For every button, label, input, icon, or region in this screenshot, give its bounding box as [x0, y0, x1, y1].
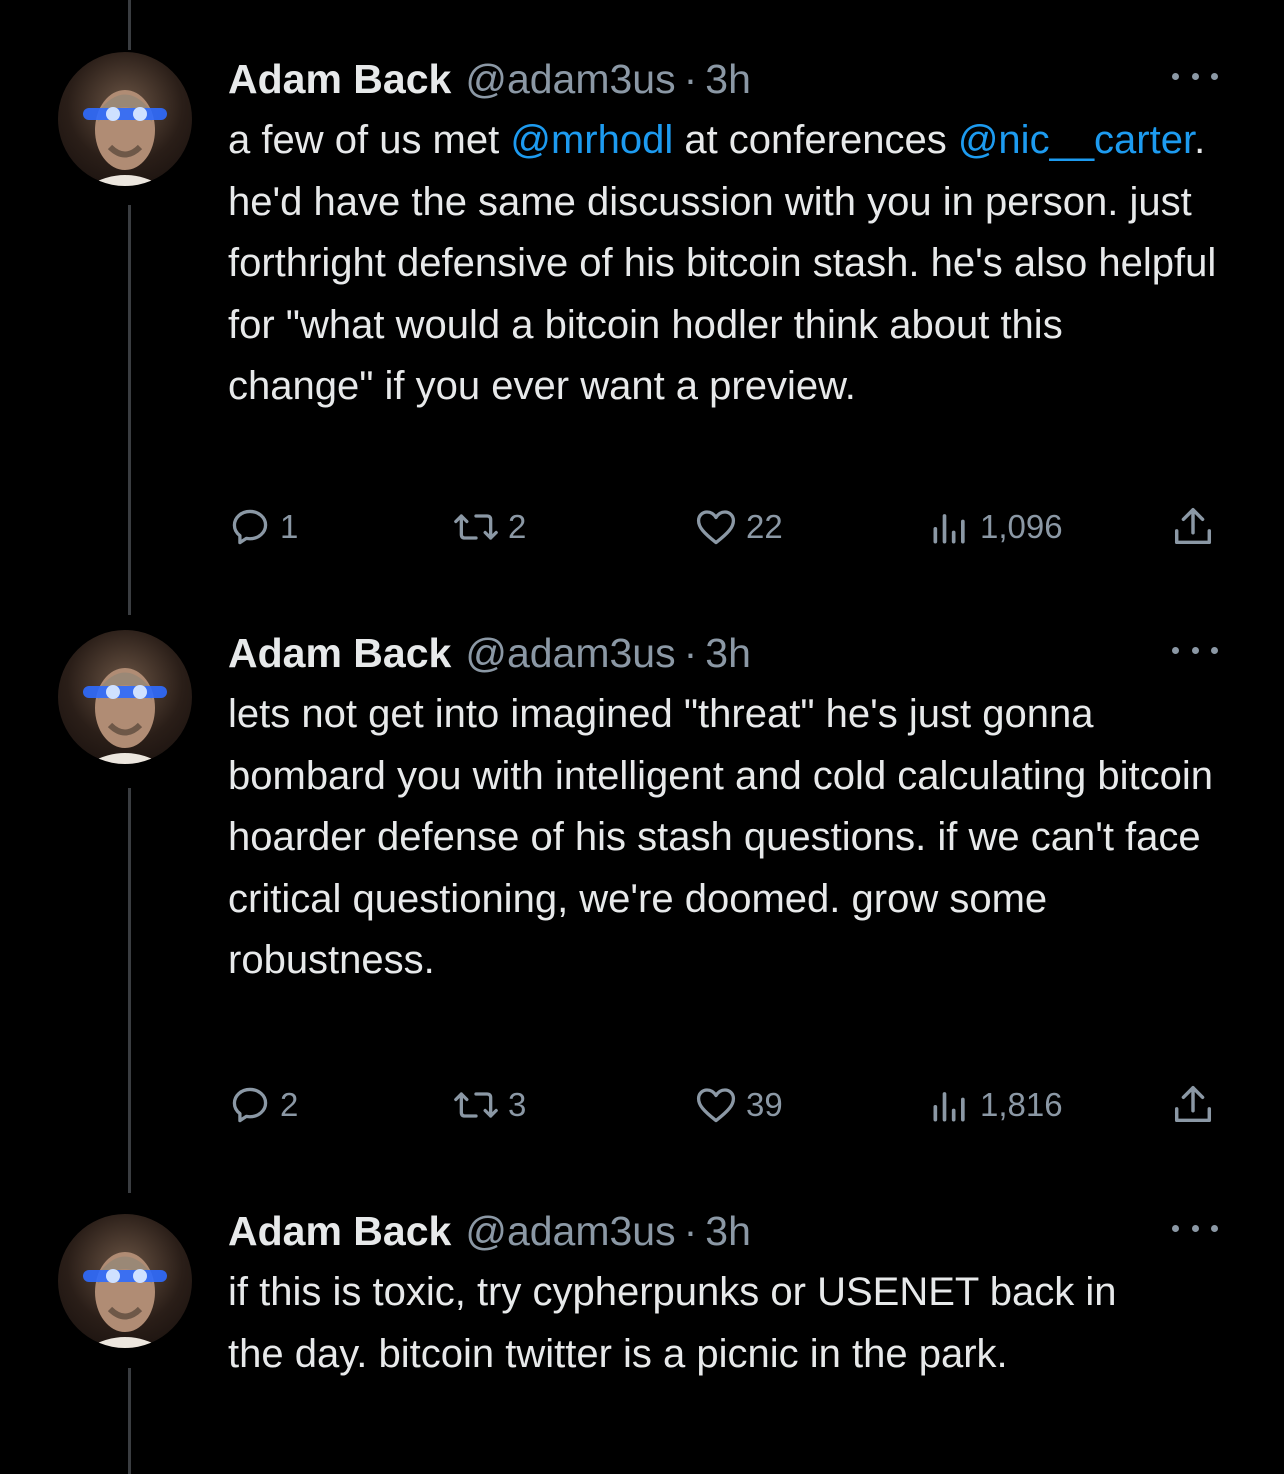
- like-count: 22: [746, 508, 783, 545]
- speech-bubble-icon: [232, 509, 268, 545]
- view-count: 1,816: [980, 1086, 1063, 1123]
- text-segment: a few of us met: [228, 118, 511, 162]
- author-handle[interactable]: @adam3us: [465, 1206, 675, 1256]
- share-upload-icon: [1174, 1086, 1212, 1123]
- timestamp[interactable]: 3h: [705, 1206, 751, 1256]
- bar-chart-icon: [933, 1092, 965, 1122]
- mention-link[interactable]: @nic__carter: [958, 118, 1194, 162]
- heart-icon: [696, 510, 736, 545]
- tweet-header: Adam Back @adam3us · 3h: [228, 54, 751, 104]
- retweet-button[interactable]: 3: [452, 1080, 526, 1130]
- views-button[interactable]: 1,816: [928, 1080, 1063, 1130]
- reply-count: 1: [280, 508, 299, 545]
- share-button[interactable]: [1170, 1080, 1224, 1130]
- text-segment: at conferences: [673, 118, 958, 162]
- author-name[interactable]: Adam Back: [228, 1206, 451, 1256]
- more-horizontal-icon: [1172, 72, 1179, 80]
- more-options-button[interactable]: [1172, 630, 1218, 670]
- text-segment: lets not get into imagined "threat" he's…: [228, 692, 1214, 982]
- tweet[interactable]: Adam Back @adam3us · 3h if this is toxic…: [0, 1206, 1284, 1474]
- more-options-button[interactable]: [1172, 1208, 1218, 1248]
- like-button[interactable]: 39: [694, 1080, 783, 1130]
- author-handle[interactable]: @adam3us: [465, 54, 675, 104]
- separator-dot: ·: [683, 56, 698, 102]
- more-dot: [1211, 1224, 1218, 1232]
- tweet-text: a few of us met @mrhodl at conferences @…: [228, 110, 1218, 418]
- tweet[interactable]: Adam Back @adam3us · 3h lets not get int…: [0, 628, 1284, 1148]
- bar-chart-icon: [933, 514, 965, 544]
- view-count: 1,096: [980, 508, 1063, 545]
- more-dot: [1211, 72, 1218, 80]
- tweet-text: lets not get into imagined "threat" he's…: [228, 684, 1218, 992]
- tweet-text: if this is toxic, try cypherpunks or USE…: [228, 1262, 1168, 1385]
- author-name[interactable]: Adam Back: [228, 628, 451, 678]
- retweet-count: 3: [508, 1086, 527, 1123]
- speech-bubble-icon: [232, 1087, 268, 1123]
- timestamp[interactable]: 3h: [705, 54, 751, 104]
- more-dot: [1211, 646, 1218, 654]
- views-button[interactable]: 1,096: [928, 502, 1063, 552]
- reply-button[interactable]: 1: [228, 502, 298, 552]
- share-button[interactable]: [1170, 502, 1224, 552]
- mention-link[interactable]: @mrhodl: [510, 118, 673, 162]
- like-count: 39: [746, 1086, 783, 1123]
- like-button[interactable]: 22: [694, 502, 783, 552]
- text-segment: if this is toxic, try cypherpunks or USE…: [228, 1270, 1117, 1376]
- retweet-arrows-icon: [454, 1092, 498, 1118]
- more-dot: [1191, 646, 1199, 654]
- tweet-header: Adam Back @adam3us · 3h: [228, 628, 751, 678]
- retweet-button[interactable]: 2: [452, 502, 526, 552]
- action-bar: 1 2 22 1,096: [228, 502, 1228, 552]
- avatar[interactable]: [58, 630, 192, 764]
- tweet[interactable]: Adam Back @adam3us · 3h a few of us met …: [0, 52, 1284, 564]
- tweet-header: Adam Back @adam3us · 3h: [228, 1206, 751, 1256]
- action-bar: 2 3 39 1,816: [228, 1080, 1228, 1130]
- reply-button[interactable]: 2: [228, 1080, 298, 1130]
- share-upload-icon: [1174, 508, 1212, 545]
- retweet-arrows-icon: [454, 514, 498, 540]
- more-options-button[interactable]: [1172, 56, 1218, 96]
- avatar[interactable]: [58, 1214, 192, 1348]
- separator-dot: ·: [683, 630, 698, 676]
- thread-line-top: [128, 0, 131, 50]
- reply-count: 2: [280, 1086, 299, 1123]
- separator-dot: ·: [683, 1208, 698, 1254]
- timestamp[interactable]: 3h: [705, 628, 751, 678]
- author-handle[interactable]: @adam3us: [465, 628, 675, 678]
- more-dot: [1191, 1224, 1199, 1232]
- author-name[interactable]: Adam Back: [228, 54, 451, 104]
- more-horizontal-icon: [1172, 1224, 1179, 1232]
- heart-icon: [696, 1088, 736, 1123]
- more-dot: [1191, 72, 1199, 80]
- avatar[interactable]: [58, 52, 192, 186]
- more-horizontal-icon: [1172, 646, 1179, 654]
- retweet-count: 2: [508, 508, 527, 545]
